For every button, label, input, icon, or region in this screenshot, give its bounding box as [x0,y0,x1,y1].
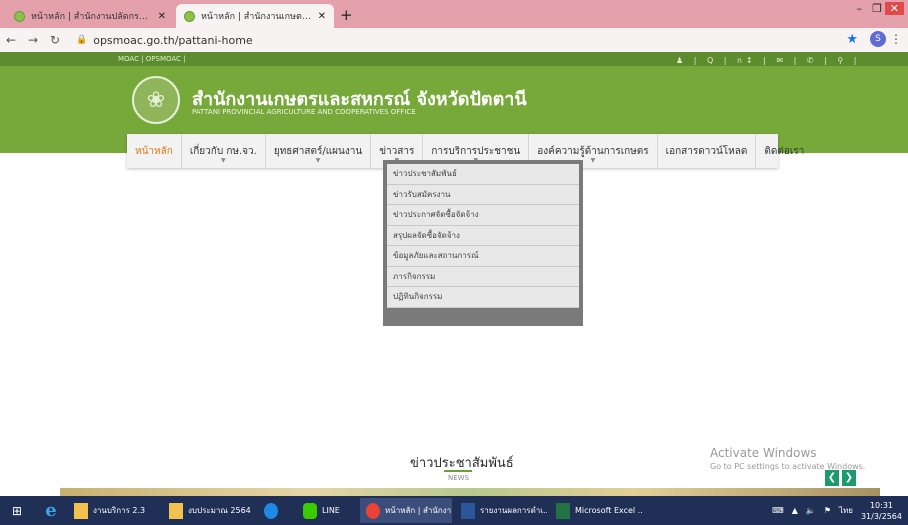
tab-title: หน้าหลัก | สำนักงานปลัดกระทรวงเกษตร [31,12,152,22]
browser-tab[interactable]: หน้าหลัก | สำนักงานปลัดกระทรวงเกษตร ✕ [6,4,174,28]
browser-menu-icon[interactable]: ⋮ [890,32,902,46]
windows-start-icon[interactable]: ⊞ [0,496,34,525]
nav-item-home[interactable]: หน้าหลัก [127,134,182,168]
new-tab-button[interactable]: + [340,6,353,24]
excel-icon [556,502,570,519]
edge-browser-icon [264,502,278,519]
taskbar-item-label: Microsoft Excel ... [575,506,642,515]
folder-icon [74,502,88,519]
taskbar-item-label: งานบริการ 2.3 [93,506,146,515]
profile-avatar[interactable]: S [870,31,886,47]
chevron-down-icon: ▼ [315,157,321,164]
system-tray: ⌨ ▲ 🔈 ⚑ ไทย 10:31 31/3/2564 [772,496,902,525]
taskbar-item[interactable] [258,498,294,523]
browser-tab-strip: หน้าหลัก | สำนักงานปลัดกระทรวงเกษตร ✕ หน… [0,0,908,28]
chevron-right-icon[interactable]: ❯ [842,470,856,486]
nav-item-downloads[interactable]: เอกสารดาวน์โหลด [658,134,757,168]
url-text: opsmoac.go.th/pattani-home [93,33,253,47]
tab-title: หน้าหลัก | สำนักงานเกษตรและสหกรณ์ [201,12,312,22]
nav-item-label: ติดต่อเรา [764,145,805,157]
taskbar-item[interactable]: งานบริการ 2.3 [68,498,160,523]
banner-image-strip [60,488,880,496]
news-dropdown-menu: ข่าวประชาสัมพันธ์ ข่าวรับสมัครงาน ข่าวปร… [383,160,583,326]
chevron-left-icon[interactable]: ❮ [825,470,839,486]
activation-title: Activate Windows [710,446,817,460]
slider-controls: ❮ ❯ [825,470,856,486]
nav-item-label: เอกสารดาวน์โหลด [665,145,748,157]
dropdown-item[interactable]: สรุปผลจัดซื้อจัดจ้าง [387,225,579,246]
system-clock[interactable]: 10:31 31/3/2564 [861,500,902,522]
taskbar-item-label: งบประมาณ 2564 [188,506,251,515]
news-title-underline [444,470,472,472]
dropdown-item[interactable]: ข่าวประกาศจัดซื้อจัดจ้าง [387,205,579,226]
volume-icon[interactable]: 🔈 [806,506,816,515]
dropdown-item[interactable]: ปฏิทินกิจกรรม [387,287,579,308]
taskbar-item-label: รายงานผลการดำเ... [480,506,547,515]
site-subtitle: PATTANI PROVINCIAL AGRICULTURE AND COOPE… [192,108,416,116]
clock-date: 31/3/2564 [860,511,902,521]
nav-item-about[interactable]: เกี่ยวกับ กษ.จว. ▼ [182,134,266,168]
news-section-subtitle: NEWS [448,474,470,482]
nav-item-strategy[interactable]: ยุทธศาสตร์/แผนงาน ▼ [266,134,372,168]
keyboard-icon[interactable]: ⌨ [772,506,784,515]
flag-icon[interactable]: ⚑ [824,506,831,515]
taskbar-item[interactable]: Microsoft Excel ... [550,498,642,523]
close-tab-icon[interactable]: ✕ [318,11,326,22]
close-tab-icon[interactable]: ✕ [158,11,166,22]
taskbar-item[interactable]: LINE [297,498,357,523]
address-bar: ← → ↻ 🔒 opsmoac.go.th/pattani-home ★ S ⋮ [0,28,908,52]
close-window-icon[interactable]: ✕ [884,2,904,15]
show-hidden-icons-icon[interactable]: ▲ [792,506,798,515]
dropdown-item[interactable]: ข่าวรับสมัครงาน [387,184,579,205]
dropdown-item[interactable]: ข่าวประชาสัมพันธ์ [387,164,579,185]
taskbar-item-label: LINE [322,506,340,515]
word-icon [461,502,475,519]
chevron-down-icon: ▼ [221,157,226,164]
site-utility-bar: MOAC | OPSMOAC | ♟ | Q | ก↕ | ✉ | ✆ | ⚲ … [0,52,908,66]
taskbar-item[interactable]: งบประมาณ 2564 [163,498,255,523]
site-favicon-icon [184,10,195,22]
taskbar-item[interactable]: รายงานผลการดำเ... [455,498,547,523]
forward-arrow-icon[interactable]: → [22,33,44,47]
taskbar-item-label: หน้าหลัก | สำนักงา... [385,506,452,515]
windows-taskbar: ⊞ e งานบริการ 2.3 งบประมาณ 2564 LINE หน้… [0,496,908,525]
reload-icon[interactable]: ↻ [44,33,66,47]
site-favicon-icon [14,10,25,22]
chrome-icon [366,502,380,519]
line-app-icon [303,502,317,519]
nav-item-label: หน้าหลัก [135,145,173,157]
browser-tab-active[interactable]: หน้าหลัก | สำนักงานเกษตรและสหกรณ์ ✕ [176,4,334,28]
top-links[interactable]: MOAC | OPSMOAC | [118,55,186,63]
chevron-down-icon: ▼ [590,157,596,164]
windows-activation-watermark: Activate Windows Go to PC settings to ac… [710,446,865,471]
dropdown-item[interactable]: ภารกิจกรรม [387,266,579,287]
folder-icon [169,502,183,519]
lock-icon: 🔒 [76,35,88,45]
internet-explorer-icon[interactable]: e [34,500,68,521]
taskbar-item-active[interactable]: หน้าหลัก | สำนักงา... [360,498,452,523]
nav-item-contact[interactable]: ติดต่อเรา [756,134,812,168]
input-language[interactable]: ไทย [839,504,853,517]
minimize-icon[interactable]: – [857,2,863,15]
bookmark-star-icon[interactable]: ★ [846,32,858,47]
back-arrow-icon[interactable]: ← [0,33,22,47]
restore-icon[interactable]: ❐ [872,2,882,15]
clock-time: 10:31 [869,500,894,510]
ministry-logo-icon[interactable]: ❀ [132,76,180,124]
dropdown-item[interactable]: ข้อมูลภัยและสถานการณ์ [387,246,579,267]
url-field[interactable]: 🔒 opsmoac.go.th/pattani-home [76,34,253,47]
